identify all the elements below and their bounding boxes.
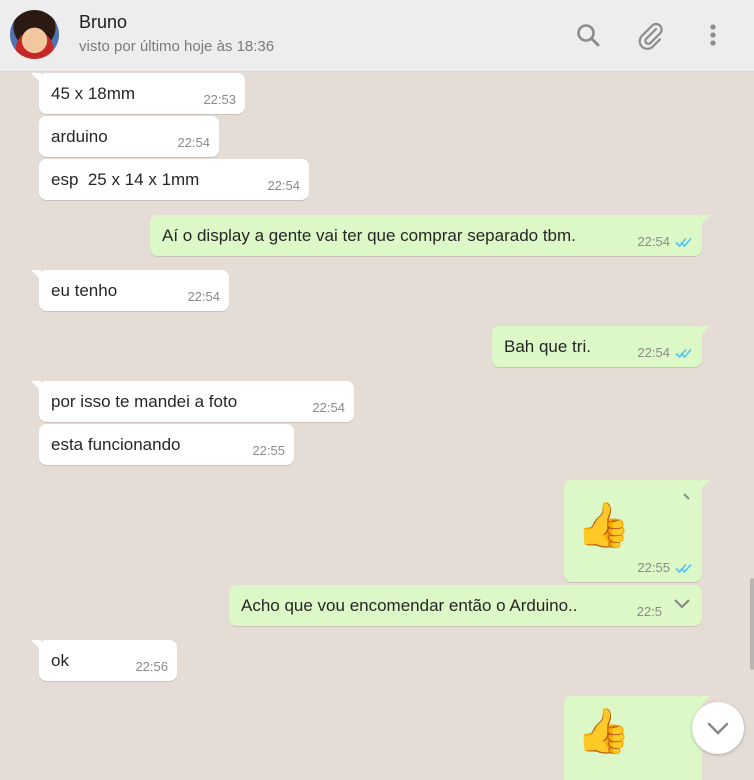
chevron-down-icon[interactable] — [682, 492, 694, 502]
message-time: 22:55 — [252, 443, 285, 458]
scrollbar-thumb[interactable] — [750, 578, 754, 670]
message-outgoing[interactable]: Aí o display a gente vai ter que comprar… — [150, 215, 710, 256]
message-outgoing[interactable]: Acho que vou encomendar então o Arduino.… — [229, 585, 702, 626]
message-time: 22:54 — [312, 400, 345, 415]
message-incoming[interactable]: por isso te mandei a foto 22:54 — [31, 381, 354, 422]
sticker-message[interactable]: 👍 22:55 — [564, 480, 710, 582]
double-check-icon — [675, 348, 692, 358]
message-text: ok — [51, 651, 69, 670]
message-time: 22:54 — [637, 234, 670, 249]
message-text: arduino — [51, 127, 108, 146]
scroll-down-icon — [707, 722, 729, 735]
message-text: esp 25 x 14 x 1mm — [51, 170, 200, 189]
message-time: 22:54 — [637, 345, 670, 360]
chevron-down-icon[interactable] — [673, 598, 691, 610]
message-text: 45 x 18mm — [51, 84, 136, 103]
message-text: por isso te mandei a foto — [51, 392, 238, 411]
contact-avatar[interactable] — [10, 10, 59, 59]
message-time: 22:54 — [177, 135, 210, 150]
message-incoming[interactable]: esta funcionando 22:55 — [39, 424, 294, 465]
sticker-message[interactable]: 👍 — [564, 696, 710, 780]
message-text: esta funcionando — [51, 435, 181, 454]
message-text: Acho que vou encomendar então o Arduino.… — [241, 596, 578, 615]
message-incoming[interactable]: ok 22:56 — [31, 640, 177, 681]
contact-name[interactable]: Bruno — [79, 12, 127, 33]
message-text: Bah que tri. — [504, 337, 591, 356]
scroll-down-button[interactable] — [692, 702, 744, 754]
double-check-icon — [675, 237, 692, 247]
message-time: 22:56 — [135, 659, 168, 674]
message-incoming[interactable]: eu tenho 22:54 — [31, 270, 229, 311]
double-check-icon — [675, 563, 692, 573]
scrollbar[interactable] — [750, 72, 754, 780]
message-incoming[interactable]: esp 25 x 14 x 1mm 22:54 — [39, 159, 309, 200]
menu-icon[interactable] — [698, 20, 728, 50]
message-time: 22:53 — [203, 92, 236, 107]
message-text: Aí o display a gente vai ter que comprar… — [162, 226, 576, 245]
chat-header: Bruno visto por último hoje às 18:36 — [0, 0, 754, 72]
message-time: 22:5 — [636, 604, 662, 619]
message-incoming[interactable]: arduino 22:54 — [39, 116, 219, 157]
message-text: eu tenho — [51, 281, 118, 300]
message-time: 22:54 — [267, 178, 300, 193]
contact-last-seen: visto por último hoje às 18:36 — [79, 38, 275, 55]
search-icon[interactable] — [573, 20, 603, 50]
message-time: 22:54 — [187, 289, 220, 304]
message-incoming[interactable]: 45 x 18mm 22:53 — [31, 73, 245, 114]
message-time: 22:55 — [637, 560, 670, 575]
thumbs-up-sticker: 👍 — [576, 707, 631, 756]
attach-icon[interactable] — [635, 20, 665, 50]
message-outgoing[interactable]: Bah que tri. 22:54 — [492, 326, 710, 367]
thumbs-up-sticker: 👍 — [576, 501, 631, 550]
message-list[interactable]: 45 x 18mm 22:53 arduino 22:54 esp 25 x 1… — [0, 72, 754, 780]
